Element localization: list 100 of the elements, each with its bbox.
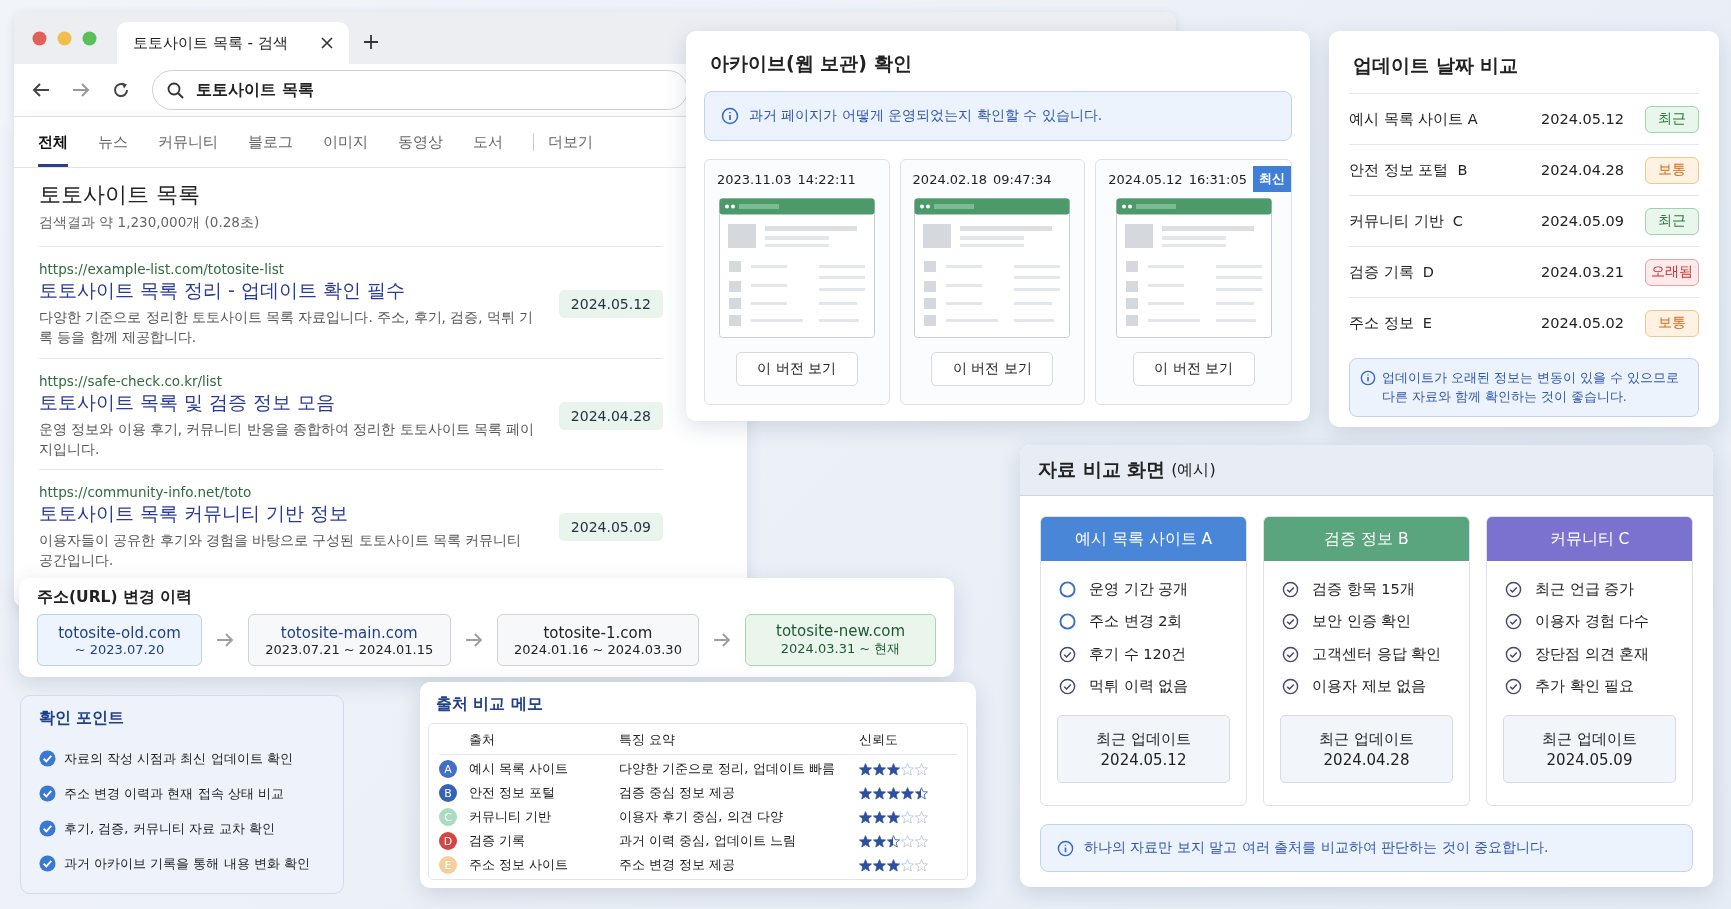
check-icon <box>39 785 56 802</box>
result-title[interactable]: 토토사이트 목록 및 검증 정보 모음 <box>39 389 539 416</box>
star-icon <box>859 858 872 872</box>
star-icon <box>915 858 928 872</box>
close-icon[interactable] <box>321 37 333 49</box>
criterion-text: 먹튀 이력 없음 <box>1089 677 1189 697</box>
result-title[interactable]: 토토사이트 목록 정리 - 업데이트 확인 필수 <box>39 278 539 304</box>
new-tab-icon[interactable] <box>363 34 379 50</box>
notice-text: 업데이트가 오래된 정보는 변동이 있을 수 있으므로 다른 자료와 함께 확인하는 것이 좋습니다. <box>1382 369 1680 407</box>
update-date: 2024.05.12 <box>1541 111 1626 127</box>
arrow-icon <box>216 633 234 647</box>
letter-badge: B <box>439 784 457 802</box>
search-tab[interactable]: 동영상 <box>398 117 443 167</box>
criterion-text: 후기 수 120건 <box>1089 644 1186 664</box>
table-cell-text: 과거 이력 중심, 업데이트 느림 <box>619 832 797 850</box>
letter-badge: D <box>439 832 457 850</box>
result-url[interactable]: https://example-list.com/totosite-list <box>39 261 539 277</box>
search-tab[interactable]: 커뮤니티 <box>158 117 218 167</box>
forward-icon[interactable] <box>72 82 90 98</box>
search-tab[interactable]: 블로그 <box>248 117 293 167</box>
view-version-button[interactable]: 이 버전 보기 <box>1132 352 1255 386</box>
domain-text: totosite-new.com <box>776 622 906 640</box>
letter-badge: C <box>439 808 457 826</box>
star-icon <box>859 786 872 800</box>
check-point-text: 과거 아카이브 기록을 통해 내용 변화 확인 <box>64 854 310 873</box>
update-label: 최근 업데이트 <box>1319 729 1414 749</box>
source-name: 커뮤니티 기반 C <box>1349 211 1464 231</box>
table-cell-text: 예시 목록 사이트 <box>469 760 570 778</box>
star-icon <box>887 858 900 872</box>
table-cell-text: 주소 정보 사이트 <box>469 856 570 874</box>
search-tab[interactable]: 도서 <box>473 117 503 167</box>
panel-title: 아카이브(웹 보관) 확인 <box>710 51 913 76</box>
search-tab[interactable]: 이미지 <box>323 117 368 167</box>
update-date: 2024.04.28 <box>1541 162 1626 178</box>
table-cell-text: 주소 변경 정보 제공 <box>619 856 737 874</box>
search-icon <box>167 81 184 99</box>
check-point-text: 주소 변경 이력과 현재 접속 상태 비교 <box>64 784 284 803</box>
result-title[interactable]: 토토사이트 목록 커뮤니티 기반 정보 <box>39 501 539 527</box>
window-close-icon[interactable] <box>32 30 47 46</box>
criterion-text: 보안 인증 확인 <box>1312 612 1412 632</box>
panel-title: 자료 비교 화면 <box>1038 457 1166 482</box>
info-icon <box>721 107 739 125</box>
reload-icon[interactable] <box>112 81 130 99</box>
check-icon <box>39 855 56 872</box>
star-icon <box>887 810 900 824</box>
title-note: (예시) <box>1171 459 1216 481</box>
result-url[interactable]: https://community-info.net/toto <box>39 484 539 500</box>
view-version-button[interactable]: 이 버전 보기 <box>735 352 858 386</box>
panel-title: 주소(URL) 변경 이력 <box>37 587 194 608</box>
period-text: ~ 2023.07.20 <box>74 641 165 657</box>
card-header: 커뮤니티 C <box>1487 517 1692 561</box>
star-icon <box>873 762 886 776</box>
view-version-button[interactable]: 이 버전 보기 <box>931 352 1054 386</box>
back-icon[interactable] <box>32 82 50 98</box>
criterion-text: 운영 기간 공개 <box>1089 579 1189 599</box>
star-icon <box>887 834 900 848</box>
result-count: 검색결과 약 1,230,000개 (0.28초) <box>39 214 663 247</box>
period-text: 2024.03.31 ~ 현재 <box>780 640 901 658</box>
star-icon <box>915 762 928 776</box>
star-icon <box>887 762 900 776</box>
status-badge: 최근 <box>1645 105 1699 133</box>
update-label: 최근 업데이트 <box>1096 729 1191 749</box>
update-label: 최근 업데이트 <box>1542 729 1637 749</box>
date-badge: 2024.05.12 <box>558 290 663 319</box>
update-date: 2024.05.09 <box>1541 213 1626 229</box>
update-date: 2024.03.21 <box>1541 264 1626 280</box>
period-text: 2023.07.21 ~ 2024.01.15 <box>265 641 434 657</box>
browser-tab[interactable]: 토토사이트 목록 - 검색 <box>117 22 349 64</box>
search-tab[interactable]: 뉴스 <box>98 117 128 167</box>
panel-title: 출처 비교 메모 <box>436 694 544 715</box>
star-icon <box>901 810 914 824</box>
check-icon <box>39 820 56 837</box>
update-date: 2024.05.09 <box>1546 750 1633 769</box>
star-icon <box>901 858 914 872</box>
check-icon <box>39 750 56 767</box>
table-cell-text: 이용자 후기 중심, 의견 다양 <box>619 808 784 826</box>
criterion-text: 고객센터 응답 확인 <box>1312 644 1442 664</box>
result-url[interactable]: https://safe-check.co.kr/list <box>39 372 539 389</box>
notice-text: 과거 페이지가 어떻게 운영되었는지 확인할 수 있습니다. <box>749 107 1103 125</box>
check-point-text: 자료의 작성 시점과 최신 업데이트 확인 <box>64 749 293 768</box>
period-text: 2024.01.16 ~ 2024.03.30 <box>513 641 682 657</box>
info-icon <box>1360 370 1376 386</box>
column-header: 특징 요약 <box>619 731 677 749</box>
star-icon <box>859 834 872 848</box>
status-badge: 보통 <box>1645 156 1699 184</box>
star-icon <box>915 786 928 800</box>
source-name: 주소 정보 E <box>1349 313 1433 333</box>
panel-title: 확인 포인트 <box>39 708 126 729</box>
status-badge: 오래됨 <box>1645 258 1699 286</box>
table-cell-text: 커뮤니티 기반 <box>469 808 553 826</box>
criterion-text: 검증 항목 15개 <box>1312 579 1415 599</box>
search-tab[interactable]: 전체 <box>38 117 68 167</box>
search-tab[interactable]: 더보기 <box>548 117 593 167</box>
star-icon <box>873 858 886 872</box>
update-date: 2024.05.12 <box>1100 750 1187 769</box>
domain-text: totosite-old.com <box>58 623 181 642</box>
star-icon <box>873 834 886 848</box>
criterion-text: 주소 변경 2회 <box>1089 612 1183 632</box>
criterion-text: 이용자 제보 없음 <box>1312 677 1427 697</box>
domain-text: totosite-1.com <box>543 623 653 642</box>
